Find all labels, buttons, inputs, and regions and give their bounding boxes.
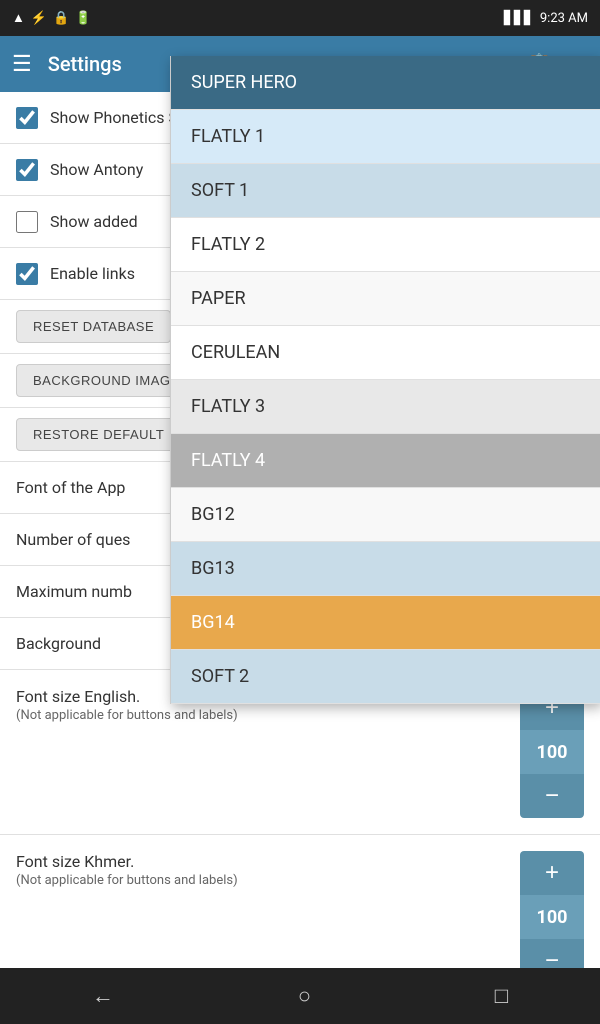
lock-icon: 🔒 xyxy=(53,11,69,26)
back-button[interactable]: ← xyxy=(68,975,138,1017)
reset-database-button[interactable]: RESET DATABASE xyxy=(16,310,171,343)
font-english-sublabel: (Not applicable for buttons and labels) xyxy=(16,708,512,723)
recent-button[interactable]: □ xyxy=(471,975,532,1017)
status-bar: ▲ ⚡ 🔒 🔋 ▋▋▋ 9:23 AM xyxy=(0,0,600,36)
show-phonetics-checkbox[interactable] xyxy=(16,107,38,129)
signal-icon: ▲ xyxy=(12,10,25,26)
max-number-label: Maximum numb xyxy=(16,582,132,601)
dropdown-item-soft-2[interactable]: SOFT 2 xyxy=(171,650,600,704)
dropdown-item-bg12[interactable]: BG12 xyxy=(171,488,600,542)
dropdown-item-bg13[interactable]: BG13 xyxy=(171,542,600,596)
time: 9:23 AM xyxy=(540,11,588,26)
menu-icon[interactable]: ☰ xyxy=(12,52,32,77)
dropdown-item-flatly-3[interactable]: FLATLY 3 xyxy=(171,380,600,434)
background-label: Background xyxy=(16,634,101,653)
dropdown-item-cerulean[interactable]: CERULEAN xyxy=(171,326,600,380)
dropdown-overlay: SUPER HEROFLATLY 1SOFT 1FLATLY 2PAPERCER… xyxy=(170,56,600,704)
dropdown-item-paper[interactable]: PAPER xyxy=(171,272,600,326)
bottom-nav: ← ○ □ xyxy=(0,968,600,1024)
battery-icon: 🔋 xyxy=(75,11,91,26)
font-english-stepper: + 100 − xyxy=(520,686,584,818)
font-khmer-value: 100 xyxy=(520,895,584,939)
font-khmer-text: Font size Khmer. (Not applicable for but… xyxy=(16,851,512,888)
enable-links-label: Enable links xyxy=(50,264,135,283)
font-khmer-label: Font size Khmer. xyxy=(16,851,512,873)
show-added-checkbox[interactable] xyxy=(16,211,38,233)
font-khmer-stepper: + 100 − xyxy=(520,851,584,983)
font-english-minus-button[interactable]: − xyxy=(520,774,584,818)
dropdown-item-super-hero[interactable]: SUPER HERO xyxy=(171,56,600,110)
dropdown-item-flatly-1[interactable]: FLATLY 1 xyxy=(171,110,600,164)
dropdown-item-soft-1[interactable]: SOFT 1 xyxy=(171,164,600,218)
show-antony-label: Show Antony xyxy=(50,160,143,179)
status-right: ▋▋▋ 9:23 AM xyxy=(504,11,588,26)
font-app-label: Font of the App xyxy=(16,478,125,497)
num-questions-label: Number of ques xyxy=(16,530,130,549)
restore-default-button[interactable]: RESTORE DEFAULT xyxy=(16,418,181,451)
status-left: ▲ ⚡ 🔒 🔋 xyxy=(12,10,91,26)
network-icon: ▋▋▋ xyxy=(504,11,534,26)
font-khmer-plus-button[interactable]: + xyxy=(520,851,584,895)
font-khmer-sublabel: (Not applicable for buttons and labels) xyxy=(16,873,512,888)
dropdown-item-flatly-4[interactable]: FLATLY 4 xyxy=(171,434,600,488)
wifi-icon: ⚡ xyxy=(31,11,47,26)
show-antony-checkbox[interactable] xyxy=(16,159,38,181)
enable-links-checkbox[interactable] xyxy=(16,263,38,285)
dropdown-item-bg14[interactable]: BG14 xyxy=(171,596,600,650)
dropdown-item-flatly-2[interactable]: FLATLY 2 xyxy=(171,218,600,272)
show-added-label: Show added xyxy=(50,212,138,231)
font-english-value: 100 xyxy=(520,730,584,774)
home-button[interactable]: ○ xyxy=(274,975,335,1017)
